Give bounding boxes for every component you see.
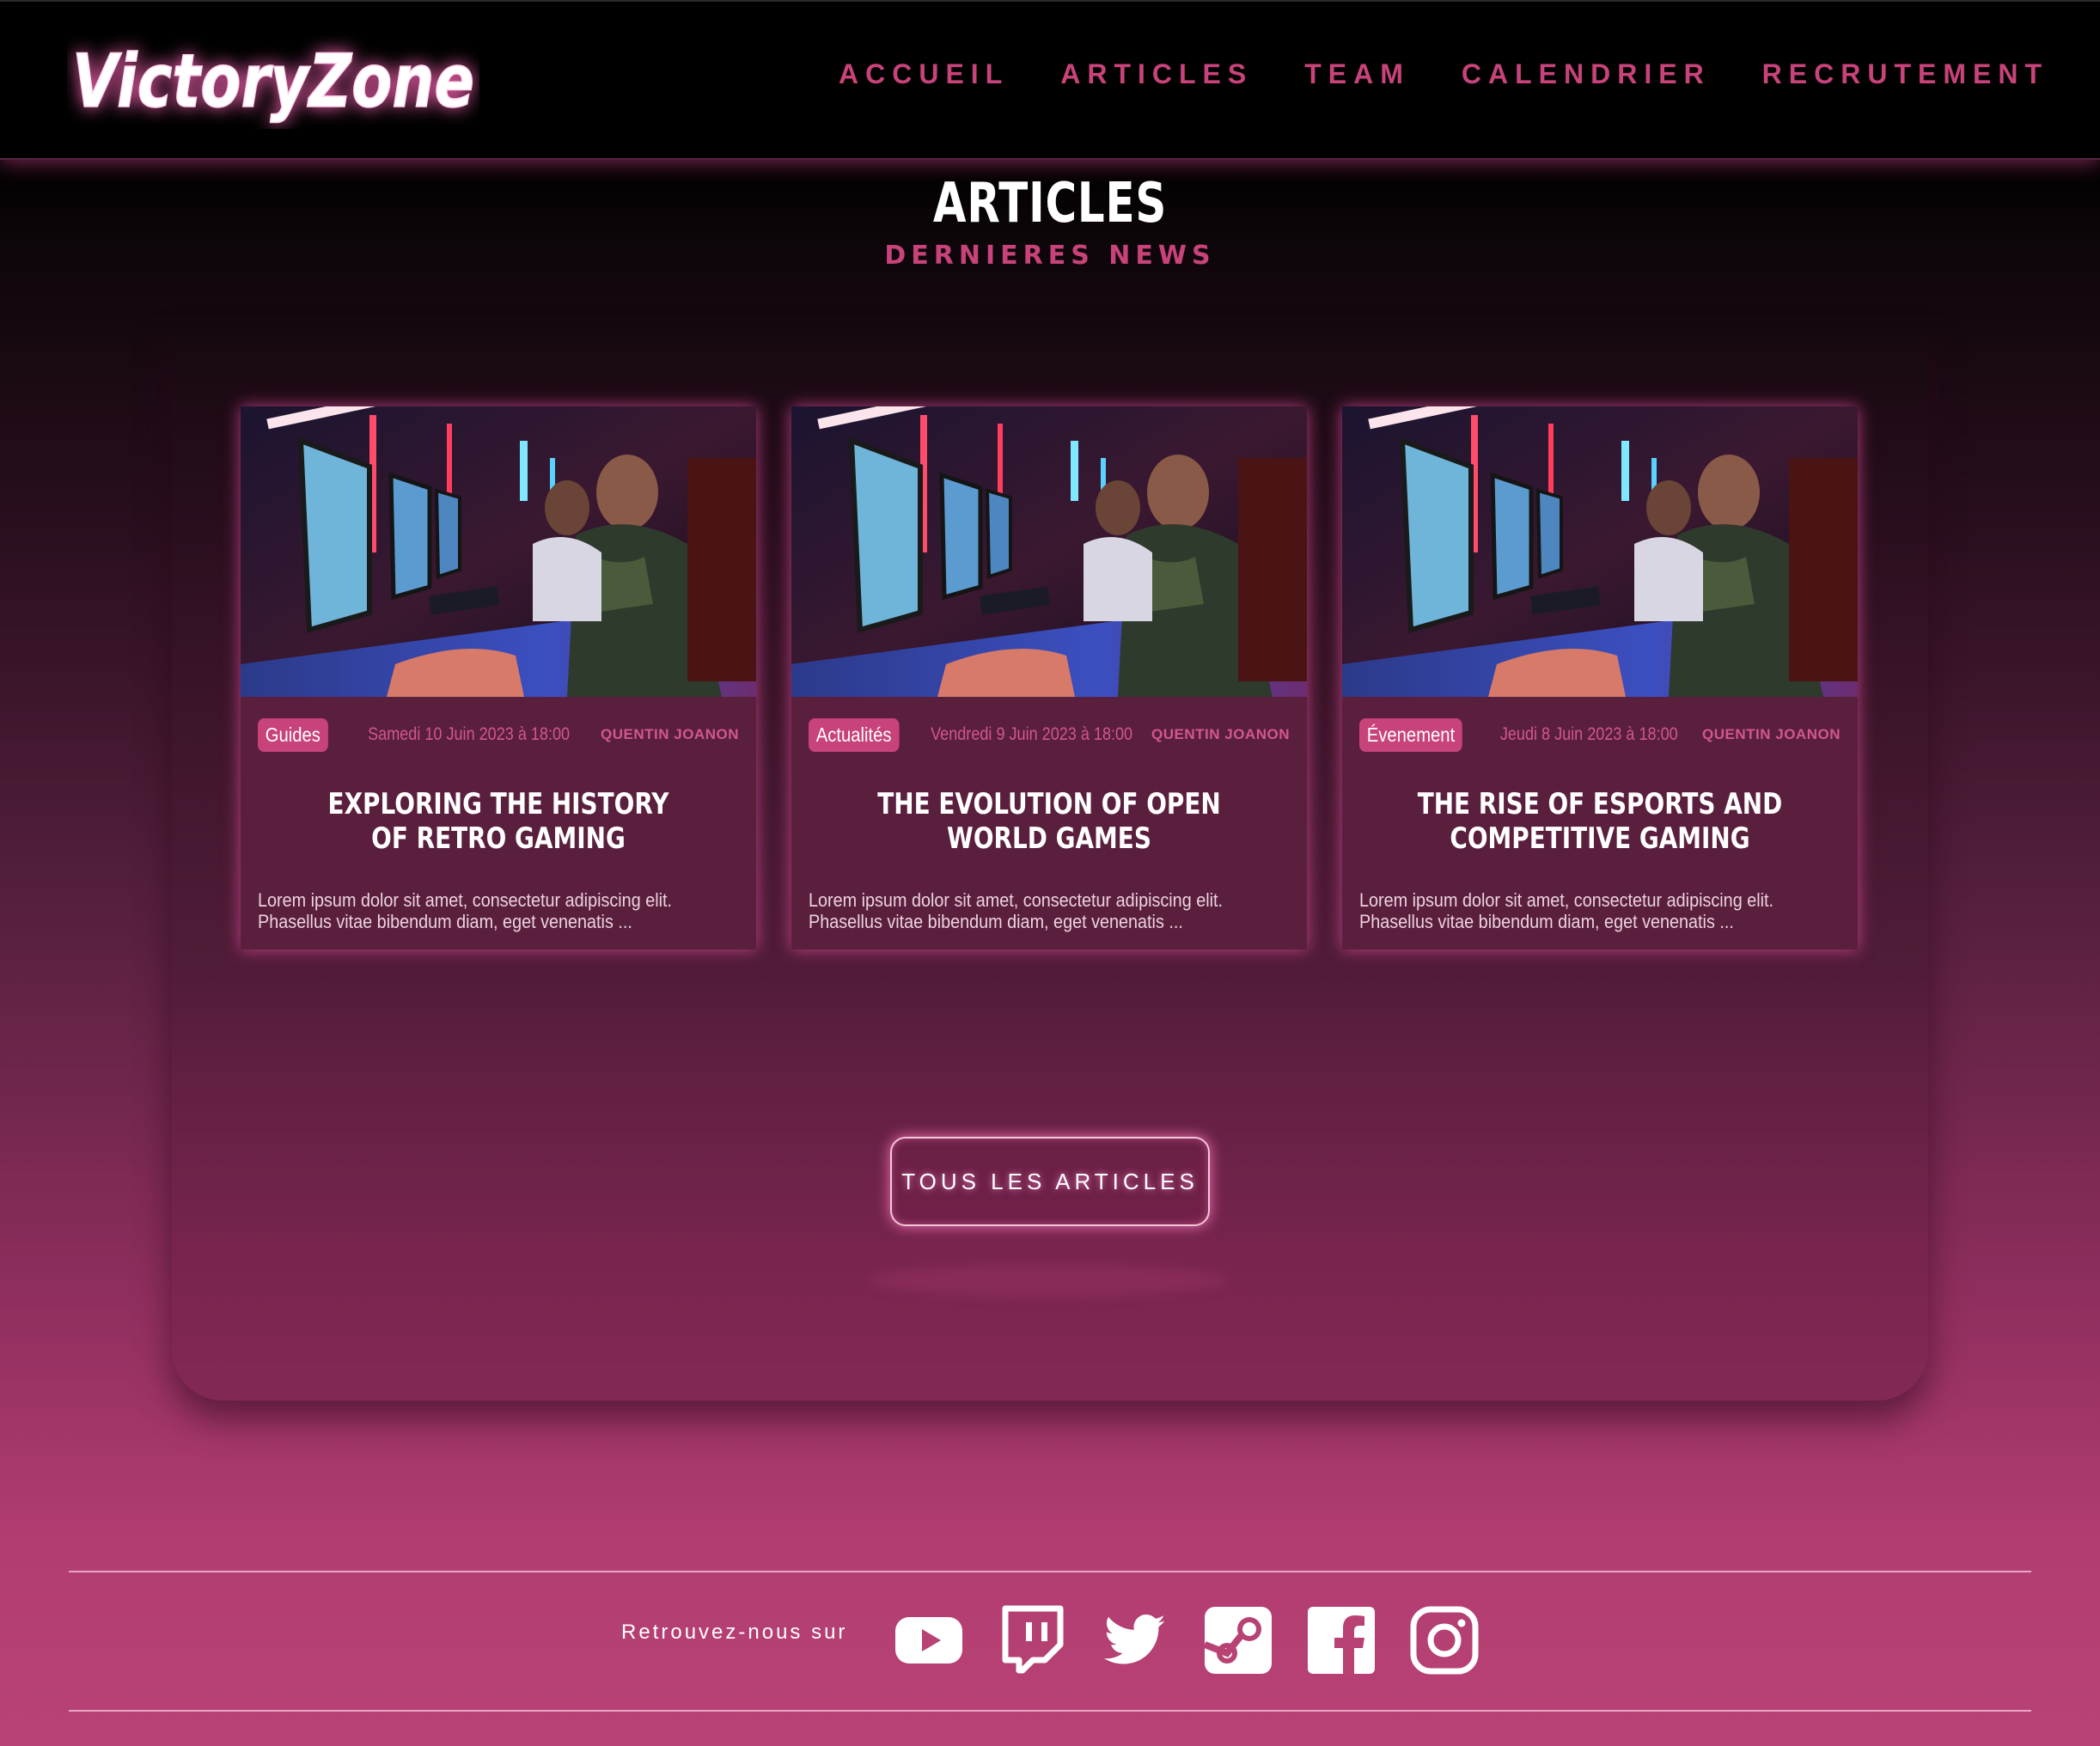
svg-text:VictoryZone: VictoryZone: [72, 39, 474, 125]
twitch-icon[interactable]: [997, 1605, 1067, 1676]
article-author[interactable]: QUENTIN JOANON: [601, 726, 739, 743]
section-subtitle: DERNIERES NEWS: [884, 241, 1216, 271]
twitter-icon[interactable]: [1100, 1605, 1170, 1676]
social-links: [894, 1605, 1512, 1676]
nav-team[interactable]: TEAM: [1304, 58, 1410, 90]
article-author[interactable]: QUENTIN JOANON: [1151, 726, 1290, 743]
article-meta: Actualités Vendredi 9 Juin 2023 à 18:00 …: [809, 714, 1290, 755]
article-cards: Guides Samedi 10 Juin 2023 à 18:00 QUENT…: [241, 406, 1858, 949]
nav-recrutement[interactable]: RECRUTEMENT: [1762, 58, 2048, 90]
article-card[interactable]: Évenement Jeudi 8 Juin 2023 à 18:00 QUEN…: [1342, 406, 1858, 949]
article-excerpt: Lorem ipsum dolor sit amet, consectetur …: [1359, 889, 1774, 932]
all-articles-button[interactable]: TOUS LES ARTICLES: [890, 1137, 1210, 1226]
youtube-icon[interactable]: [894, 1605, 964, 1676]
article-date: Jeudi 8 Juin 2023 à 18:00: [1500, 724, 1679, 744]
section-title: ARTICLES: [932, 172, 1168, 235]
nav-calendrier[interactable]: CALENDRIER: [1462, 58, 1711, 90]
article-image[interactable]: [241, 406, 756, 697]
article-meta: Guides Samedi 10 Juin 2023 à 18:00 QUENT…: [258, 714, 739, 755]
article-image[interactable]: [1342, 406, 1858, 697]
footer-divider-bottom: [69, 1710, 2031, 1712]
article-excerpt: Lorem ipsum dolor sit amet, consectetur …: [809, 889, 1224, 932]
article-meta: Évenement Jeudi 8 Juin 2023 à 18:00 QUEN…: [1359, 714, 1841, 755]
button-reflection: [868, 1263, 1229, 1297]
article-title[interactable]: THE RISE OF ESPORTS AND COMPETITIVE GAMI…: [1410, 787, 1791, 856]
article-author[interactable]: QUENTIN JOANON: [1702, 726, 1841, 743]
instagram-icon[interactable]: [1409, 1605, 1480, 1676]
article-tag[interactable]: Évenement: [1359, 717, 1462, 752]
article-date: Vendredi 9 Juin 2023 à 18:00: [930, 724, 1132, 744]
nav-accueil[interactable]: ACCUEIL: [839, 58, 1009, 90]
site-header: VictoryZone ACCUEIL ARTICLES TEAM CALEND…: [0, 0, 2100, 160]
article-title[interactable]: EXPLORING THE HISTORY OF RETRO GAMING: [308, 787, 689, 856]
steam-icon[interactable]: [1203, 1605, 1273, 1676]
article-tag[interactable]: Actualités: [809, 717, 900, 752]
footer-divider-top: [69, 1571, 2031, 1572]
main-nav: ACCUEIL ARTICLES TEAM CALENDRIER RECRUTE…: [787, 58, 2048, 90]
article-tag[interactable]: Guides: [258, 717, 328, 752]
article-card[interactable]: Actualités Vendredi 9 Juin 2023 à 18:00 …: [791, 406, 1307, 949]
facebook-icon[interactable]: [1306, 1605, 1377, 1676]
article-excerpt: Lorem ipsum dolor sit amet, consectetur …: [258, 889, 673, 932]
article-card[interactable]: Guides Samedi 10 Juin 2023 à 18:00 QUENT…: [241, 406, 756, 949]
victoryzone-logo[interactable]: VictoryZone: [67, 27, 479, 129]
article-title[interactable]: THE EVOLUTION OF OPEN WORLD GAMES: [859, 787, 1240, 856]
all-articles-label: TOUS LES ARTICLES: [901, 1168, 1199, 1194]
nav-articles[interactable]: ARTICLES: [1060, 58, 1253, 90]
article-date: Samedi 10 Juin 2023 à 18:00: [368, 724, 571, 744]
follow-label: Retrouvez-nous sur: [621, 1621, 848, 1644]
article-image[interactable]: [791, 406, 1307, 697]
